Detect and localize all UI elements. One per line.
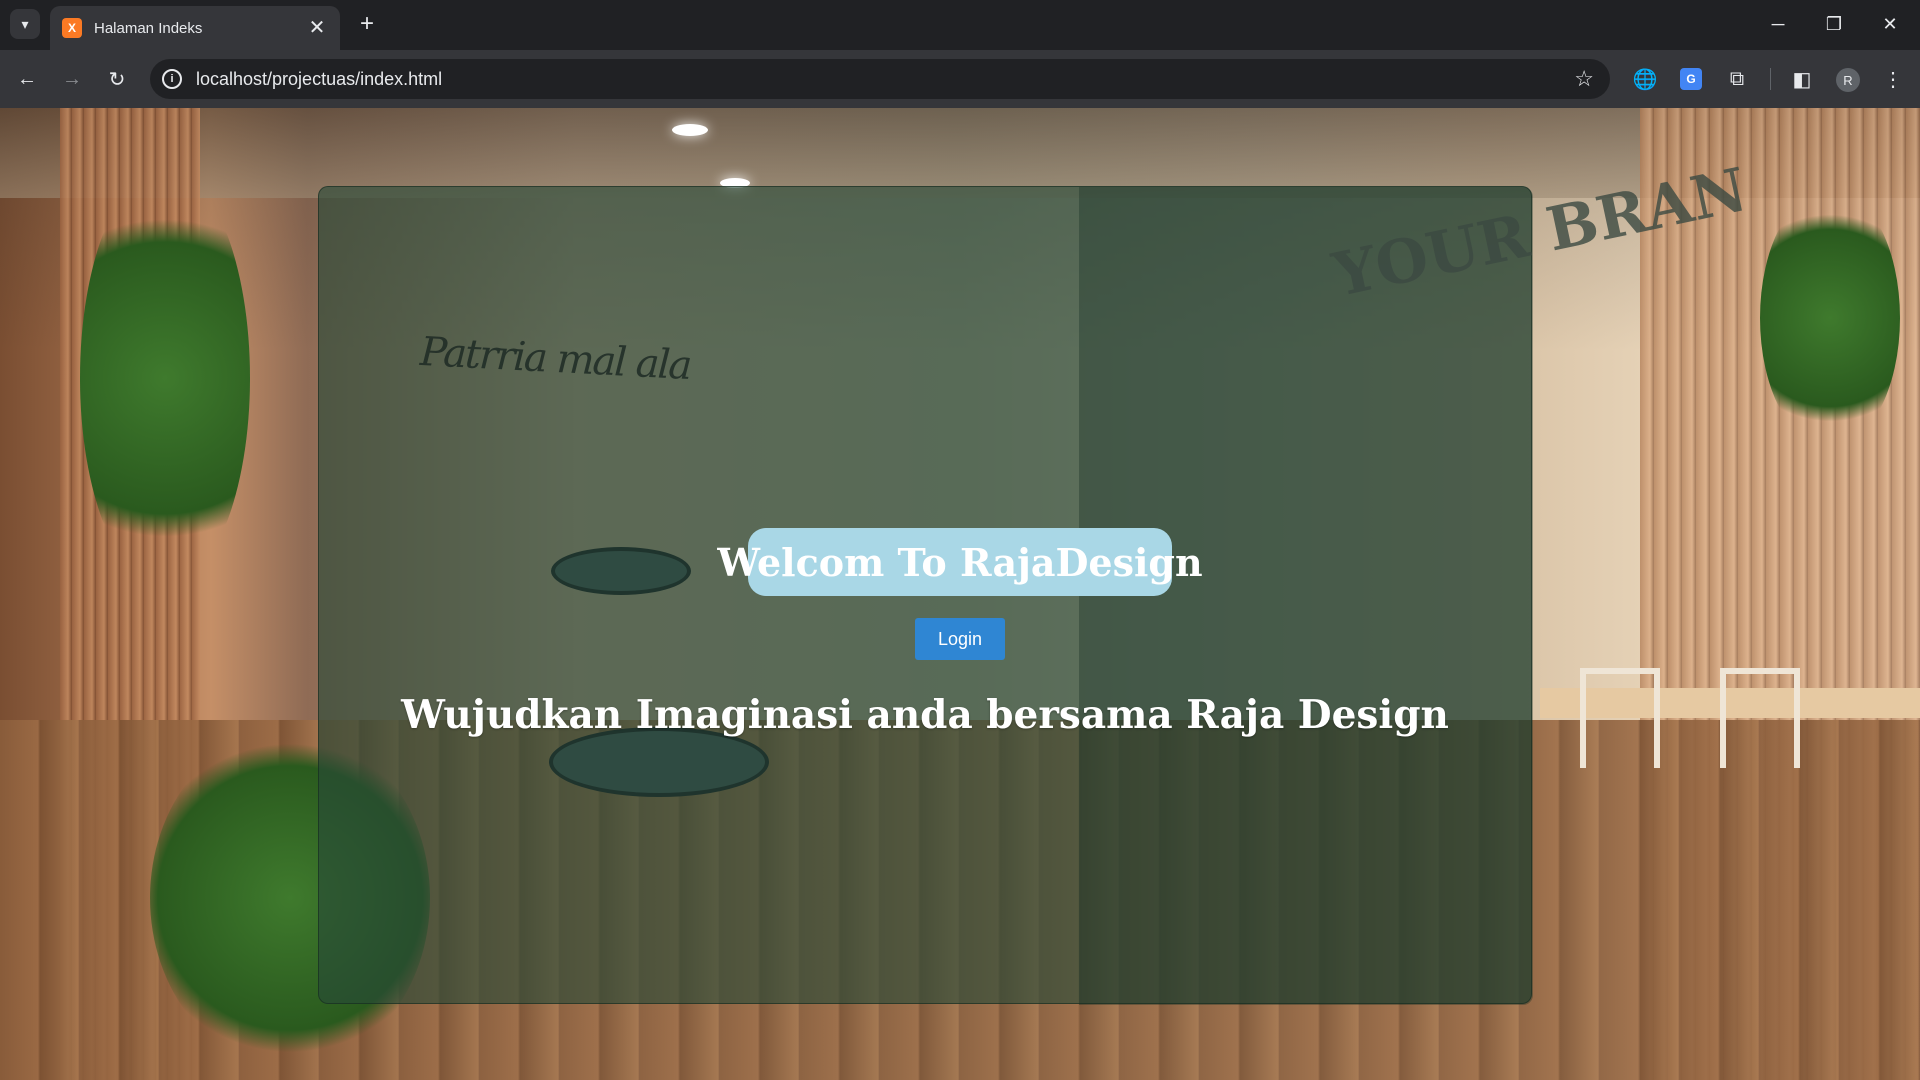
tab-close-icon[interactable]: ✕ xyxy=(306,18,328,38)
menu-icon[interactable]: ⋮ xyxy=(1878,64,1908,94)
new-tab-button[interactable]: + xyxy=(353,10,381,38)
bookmark-star-icon[interactable]: ☆ xyxy=(1574,66,1594,92)
browser-tab[interactable]: X Halaman Indeks ✕ xyxy=(50,6,340,50)
tab-title: Halaman Indeks xyxy=(94,19,203,37)
browser-toolbar: ← → ↻ i localhost/projectuas/index.html … xyxy=(0,50,1920,108)
reload-button[interactable]: ↻ xyxy=(102,64,132,94)
tab-strip: ▾ X Halaman Indeks ✕ + ─ ❐ ✕ xyxy=(0,0,1920,50)
profile-avatar[interactable]: R xyxy=(1836,68,1860,92)
address-bar[interactable]: i localhost/projectuas/index.html ☆ xyxy=(150,59,1610,99)
background-chair xyxy=(1720,668,1800,768)
translate-icon[interactable]: G xyxy=(1680,68,1702,90)
background-stool xyxy=(551,547,691,595)
tab-search-button[interactable]: ▾ xyxy=(10,9,40,39)
site-info-icon[interactable]: i xyxy=(162,69,182,89)
login-button[interactable]: Login xyxy=(915,618,1005,660)
side-panel-icon[interactable]: ◧ xyxy=(1787,64,1817,94)
chevron-down-icon: ▾ xyxy=(21,15,29,32)
page-viewport: YOUR BRAN Patrria mal ala Welcom To Raja… xyxy=(0,108,1920,1080)
background-chair xyxy=(1580,668,1660,768)
toolbar-divider xyxy=(1770,68,1771,90)
xampp-icon: X xyxy=(62,18,82,38)
welcome-heading: Welcom To RajaDesign xyxy=(717,528,1203,596)
background-plant xyxy=(80,168,250,588)
globe-icon[interactable]: 🌐 xyxy=(1630,64,1660,94)
ceiling-lamp xyxy=(672,124,708,136)
extensions-icon[interactable]: ⧉ xyxy=(1722,64,1752,94)
background-plant xyxy=(1760,188,1900,448)
minimize-button[interactable]: ─ xyxy=(1762,8,1794,40)
overlay-shade xyxy=(1079,187,1533,1005)
back-button[interactable]: ← xyxy=(12,64,42,94)
url-text[interactable]: localhost/projectuas/index.html xyxy=(196,69,1574,90)
forward-button[interactable]: → xyxy=(57,64,87,94)
tagline-text: Wujudkan Imaginasi anda bersama Raja Des… xyxy=(401,692,1449,738)
restore-button[interactable]: ❐ xyxy=(1818,8,1850,40)
close-window-button[interactable]: ✕ xyxy=(1874,8,1906,40)
